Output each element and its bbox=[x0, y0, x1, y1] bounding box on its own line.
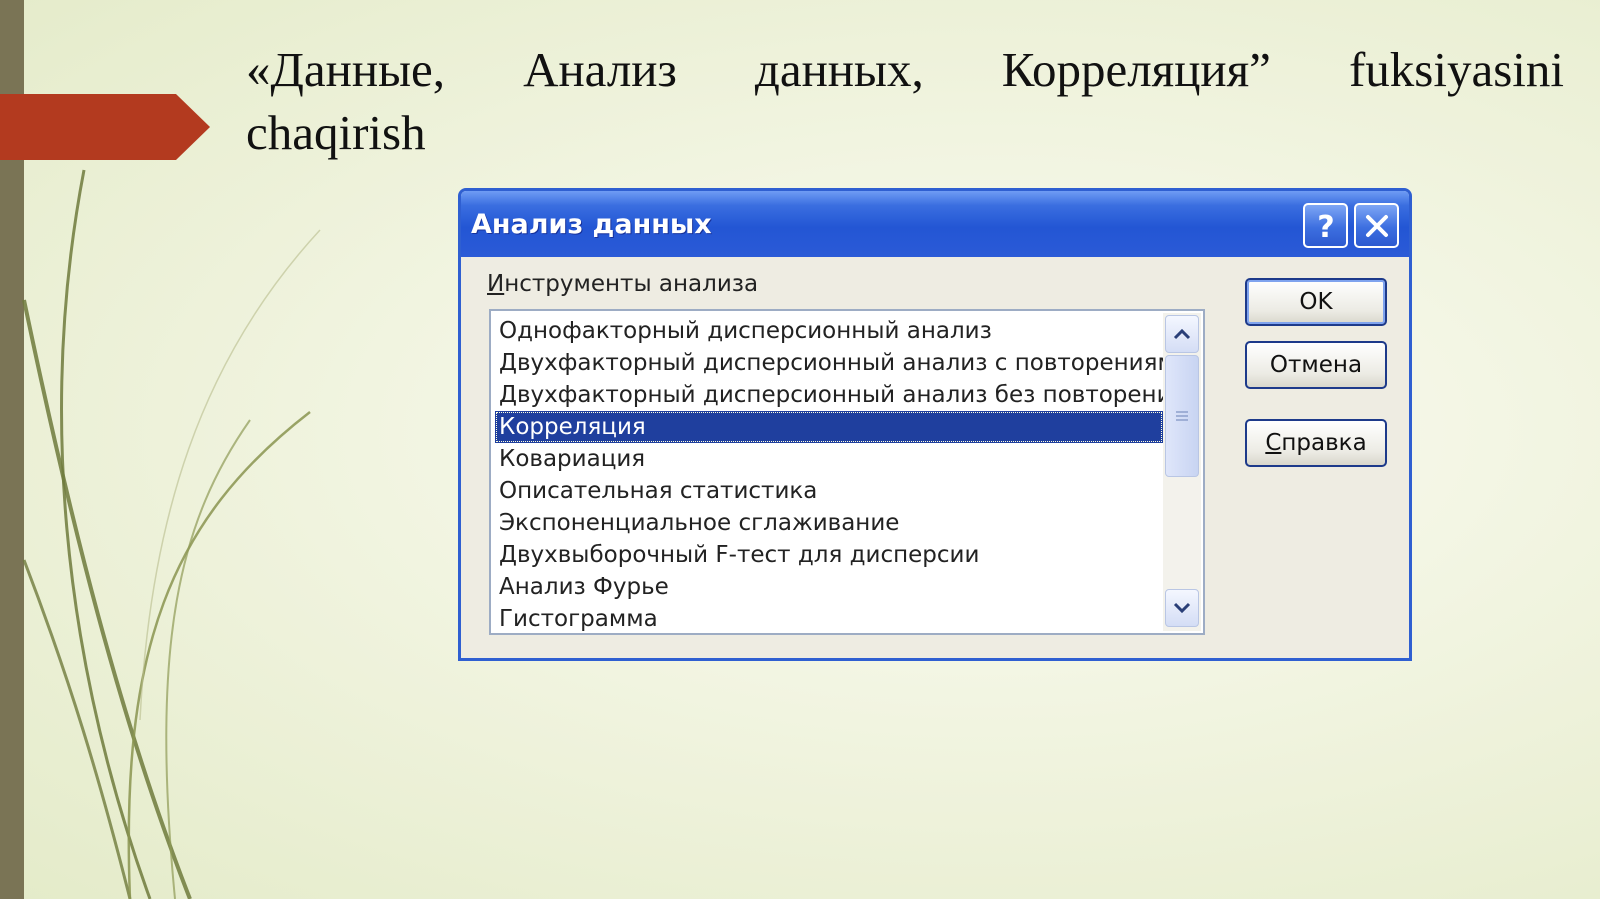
scrollbar-thumb[interactable] bbox=[1165, 355, 1199, 477]
list-item[interactable]: Двухфакторный дисперсионный анализ без п… bbox=[495, 379, 1186, 411]
ok-button[interactable]: OK bbox=[1245, 278, 1387, 326]
chevron-up-icon bbox=[1173, 328, 1191, 340]
dialog-titlebar[interactable]: Анализ данных ? bbox=[461, 191, 1409, 257]
cancel-button[interactable]: Отмена bbox=[1245, 341, 1387, 389]
help-title-button[interactable]: ? bbox=[1303, 203, 1348, 248]
title-word: Корреляция” bbox=[1001, 42, 1271, 97]
list-item[interactable]: Двухвыборочный F-тест для дисперсии bbox=[495, 539, 1163, 571]
close-icon bbox=[1365, 214, 1388, 237]
grip-icon bbox=[1176, 411, 1188, 421]
title-word: Анализ bbox=[523, 42, 677, 97]
dialog-title: Анализ данных bbox=[471, 208, 712, 240]
help-button[interactable]: Справка bbox=[1245, 419, 1387, 467]
analysis-tools-listbox[interactable]: Однофакторный дисперсионный анализ Двухф… bbox=[489, 309, 1205, 635]
title-word: «Данные, bbox=[246, 42, 446, 97]
analysis-tools-label: Инструменты анализа bbox=[487, 271, 758, 297]
list-item[interactable]: Гистограмма bbox=[495, 603, 1163, 635]
list-item[interactable]: Анализ Фурье bbox=[495, 571, 1163, 603]
accent-arrow-shape bbox=[0, 94, 210, 160]
listbox-scrollbar[interactable] bbox=[1163, 313, 1201, 631]
svg-text:?: ? bbox=[1317, 210, 1334, 242]
listbox-items: Однофакторный дисперсионный анализ Двухф… bbox=[495, 315, 1190, 635]
list-item[interactable]: Двухфакторный дисперсионный анализ с пов… bbox=[495, 347, 1190, 379]
scroll-down-button[interactable] bbox=[1165, 589, 1199, 627]
chevron-down-icon bbox=[1173, 602, 1191, 614]
scroll-up-button[interactable] bbox=[1165, 315, 1199, 353]
title-word: fuksiyasini bbox=[1348, 42, 1564, 97]
list-item[interactable]: Описательная статистика bbox=[495, 475, 1163, 507]
help-accesskey: С bbox=[1265, 430, 1282, 456]
slide-title: «Данные, Анализ данных, Корреляция” fuks… bbox=[246, 38, 1564, 164]
question-mark-icon: ? bbox=[1317, 210, 1334, 242]
close-title-button[interactable] bbox=[1354, 203, 1399, 248]
tools-label-accesskey: И bbox=[487, 271, 505, 297]
titlebar-buttons: ? bbox=[1303, 203, 1399, 248]
data-analysis-dialog: Анализ данных ? Инструменты анализа Одно… bbox=[458, 188, 1412, 661]
list-item[interactable]: Однофакторный дисперсионный анализ bbox=[495, 315, 1163, 347]
title-word: данных, bbox=[754, 42, 924, 97]
slide-title-line1: «Данные, Анализ данных, Корреляция” fuks… bbox=[246, 38, 1564, 101]
list-item[interactable]: Ковариация bbox=[495, 443, 1163, 475]
list-item[interactable]: Экспоненциальное сглаживание bbox=[495, 507, 1163, 539]
list-item-selected[interactable]: Корреляция bbox=[495, 411, 1163, 443]
slide-title-line2: chaqirish bbox=[246, 105, 426, 160]
help-button-text: правка bbox=[1281, 430, 1367, 456]
tools-label-text: нструменты анализа bbox=[504, 271, 759, 297]
